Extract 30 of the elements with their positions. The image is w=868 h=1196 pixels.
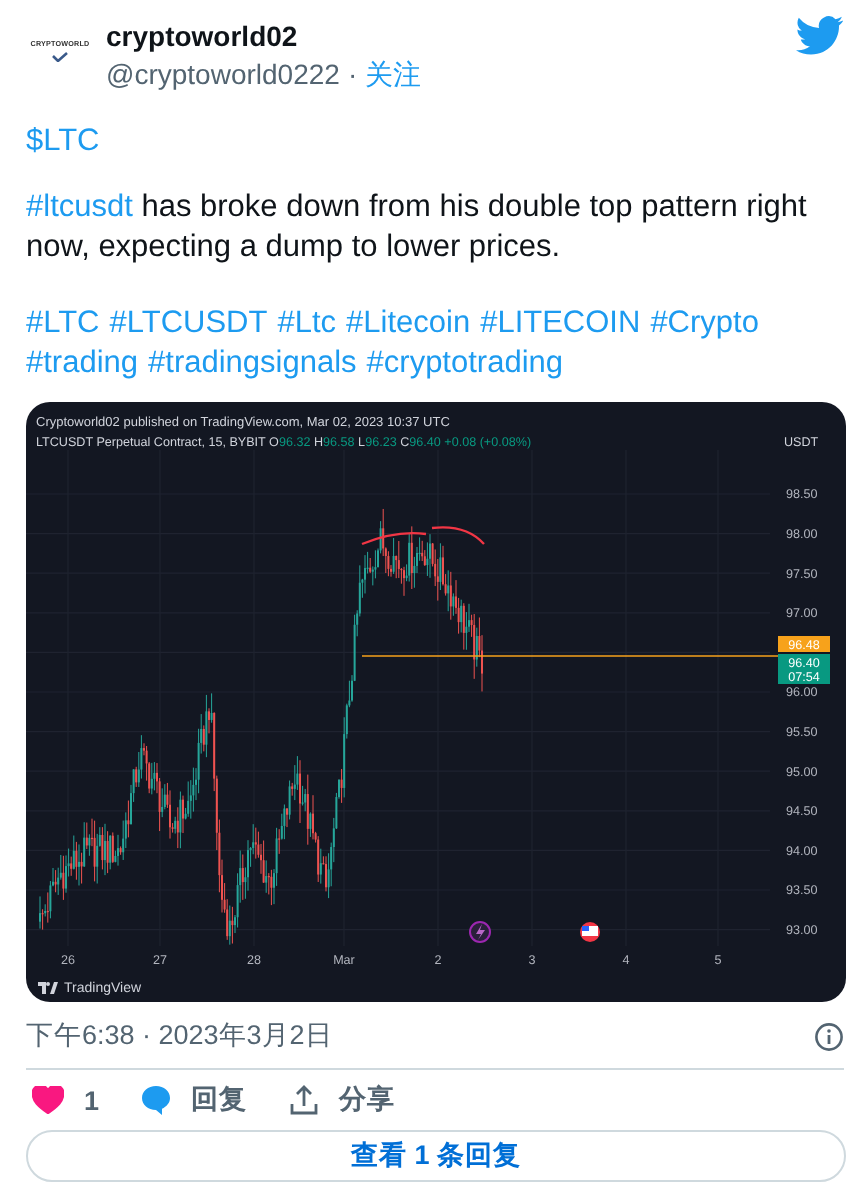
- hashtag-link[interactable]: #Ltc: [277, 304, 337, 344]
- share-icon: [287, 1084, 320, 1116]
- check-icon: [52, 51, 68, 61]
- author-name[interactable]: cryptoworld02: [106, 20, 784, 52]
- bird-logo-icon[interactable]: [796, 16, 844, 56]
- cashtag-link[interactable]: $LTC: [26, 124, 844, 160]
- hashtag-link[interactable]: #ltcusdt: [26, 190, 133, 224]
- hashtag-link[interactable]: #cryptotrading: [366, 344, 564, 384]
- view-replies-button[interactable]: 查看 1 条回复: [26, 1130, 846, 1182]
- hashtag-link[interactable]: #Litecoin: [346, 304, 471, 344]
- tweet-text: #ltcusdt has broke down from his double top pattern right now, expecting a dump to lower prices.: [26, 188, 809, 268]
- speech-bubble-icon: [139, 1084, 172, 1116]
- author-handle: @cryptoworld0222: [106, 58, 340, 94]
- reply-button[interactable]: 回复: [139, 1082, 248, 1118]
- flag-icon[interactable]: [580, 922, 600, 942]
- hashtag-link[interactable]: #LTC: [26, 304, 100, 344]
- double-top-arc: [360, 526, 486, 546]
- hashtag-link[interactable]: #Crypto: [650, 304, 759, 344]
- share-button[interactable]: 分享: [287, 1082, 396, 1118]
- timestamp: 下午6:38 · 2023年3月2日: [26, 1018, 333, 1054]
- like-button[interactable]: 1: [32, 1085, 100, 1115]
- separator-dot: ·: [347, 58, 358, 94]
- lightning-icon[interactable]: [469, 921, 491, 943]
- hashtag-link[interactable]: #tradingsignals: [148, 344, 357, 384]
- hashtag-link[interactable]: #trading: [26, 344, 139, 384]
- hashtag-link[interactable]: #LTCUSDT: [109, 304, 268, 344]
- hashtag-link[interactable]: #LITECOIN: [480, 304, 641, 344]
- tradingview-logo-icon: [38, 982, 58, 994]
- info-icon[interactable]: [814, 1021, 844, 1051]
- follow-link[interactable]: 关注: [365, 58, 422, 94]
